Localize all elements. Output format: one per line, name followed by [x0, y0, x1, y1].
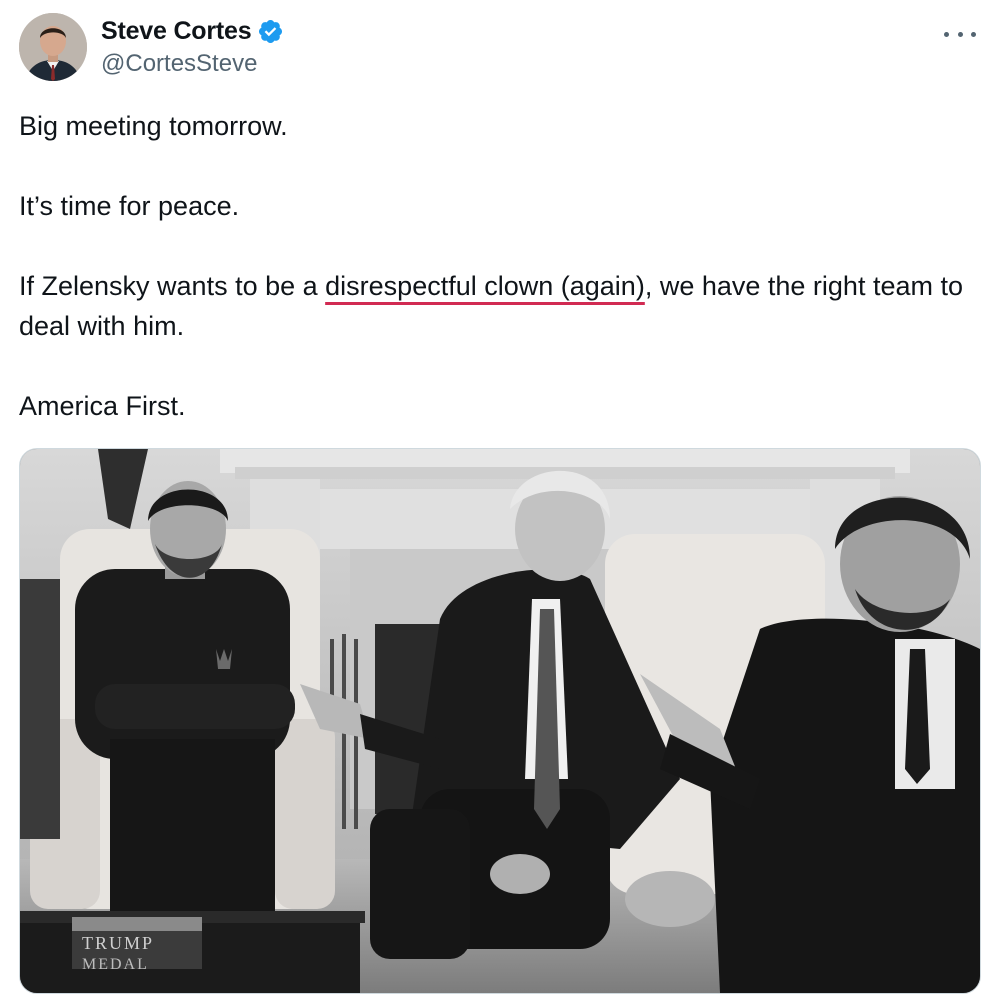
oval-office-photo: TRUMP MEDAL	[20, 449, 980, 993]
tweet-line: It’s time for peace.	[19, 191, 240, 221]
author-name[interactable]: Steve Cortes	[101, 17, 252, 46]
tweet-line: America First.	[19, 391, 186, 421]
more-dot	[957, 31, 963, 37]
tweet-line: Big meeting tomorrow.	[19, 111, 288, 141]
book-text: TRUMP	[82, 933, 154, 953]
more-options-icon[interactable]	[944, 22, 976, 46]
verified-badge-icon[interactable]	[257, 18, 284, 45]
tweet-photo[interactable]: TRUMP MEDAL	[19, 448, 981, 994]
author-handle[interactable]: @CortesSteve	[101, 50, 257, 78]
tweet-paragraph: If Zelensky wants to be a disrespectful …	[19, 266, 969, 346]
book-text: MEDAL	[82, 956, 149, 973]
more-dot	[971, 31, 976, 37]
more-dot	[944, 31, 949, 37]
tweet-line-part: If Zelensky wants to be a	[19, 271, 326, 301]
author-name-row[interactable]: Steve Cortes	[101, 14, 284, 48]
author-avatar[interactable]	[19, 13, 87, 81]
underlined-phrase: disrespectful clown (again)	[325, 271, 645, 301]
tweet-card: Steve Cortes @CortesSteve Big meeting to…	[0, 0, 992, 1008]
avatar-photo	[19, 13, 87, 81]
tweet-text: Big meeting tomorrow. It’s time for peac…	[19, 106, 969, 426]
